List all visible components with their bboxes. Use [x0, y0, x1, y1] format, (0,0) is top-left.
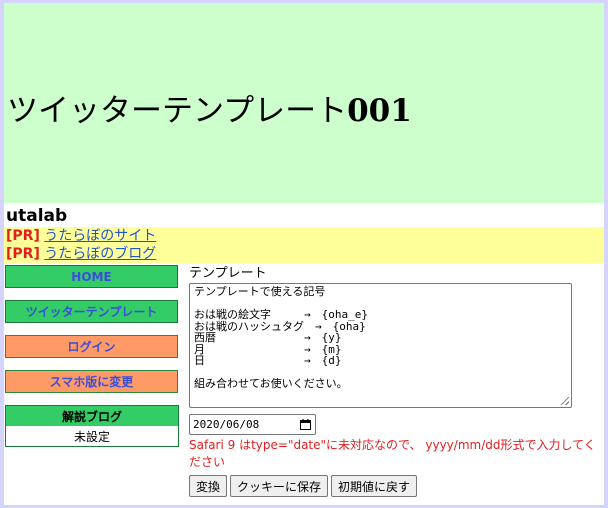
pr-link-blog[interactable]: うたらぼのブログ: [44, 246, 156, 262]
page: ツイッターテンプレート001 utalab [PR] うたらぼのサイト [PR]…: [4, 3, 604, 505]
pr-tag: [PR]: [6, 246, 40, 262]
pr-bar: [PR] うたらぼのサイト [PR] うたらぼのブログ: [4, 227, 604, 263]
template-line: テンプレートで使える記号: [194, 285, 326, 298]
reset-button[interactable]: 初期値に戻す: [331, 475, 418, 497]
template-line: 組み合わせてお使いください。: [194, 377, 348, 390]
home-button[interactable]: HOME: [5, 265, 178, 288]
page-title: ツイッターテンプレート001: [7, 91, 412, 131]
page-title-number: 001: [347, 93, 412, 129]
pr-line-site: [PR] うたらぼのサイト: [6, 227, 156, 245]
convert-button[interactable]: 変換: [189, 475, 228, 497]
date-input[interactable]: 2020/06/08: [189, 414, 316, 435]
calendar-icon[interactable]: [300, 419, 311, 430]
template-label: テンプレート: [189, 266, 267, 281]
login-button[interactable]: ログイン: [5, 335, 178, 358]
blog-value: 未設定: [73, 429, 110, 444]
action-buttons: 変換 クッキーに保存 初期値に戻す: [189, 475, 418, 497]
pr-tag: [PR]: [6, 228, 40, 244]
blog-box: 解説ブログ 未設定: [5, 405, 179, 447]
smartphone-view-button[interactable]: スマホ版に変更: [5, 370, 178, 393]
pr-link-site[interactable]: うたらぼのサイト: [44, 228, 156, 244]
template-line: 西暦 → {y}: [194, 331, 342, 344]
home-button-label: HOME: [71, 269, 112, 284]
page-title-text: ツイッターテンプレート: [7, 93, 348, 129]
twitter-template-button[interactable]: ツイッターテンプレート: [5, 300, 178, 323]
site-name: utalab: [6, 206, 68, 226]
template-textarea[interactable]: テンプレートで使える記号 おは戦の絵文字 → {oha_e} おは戦のハッシュタグ …: [189, 283, 572, 408]
pr-line-blog: [PR] うたらぼのブログ: [6, 245, 156, 263]
header-banner: ツイッターテンプレート001: [4, 3, 604, 203]
safari-notice: Safari 9 はtype="date"に未対応なので、 yyyy/mm/dd…: [189, 438, 596, 469]
blog-title[interactable]: 解説ブログ: [6, 406, 178, 426]
smartphone-view-button-label: スマホ版に変更: [49, 375, 134, 389]
login-button-label: ログイン: [67, 340, 116, 354]
save-cookie-button[interactable]: クッキーに保存: [230, 475, 329, 497]
date-input-value: 2020/06/08: [193, 418, 260, 431]
twitter-template-button-label: ツイッターテンプレート: [25, 305, 158, 319]
template-line: おは戦の絵文字 → {oha_e}: [194, 308, 368, 321]
resize-handle-icon[interactable]: [561, 397, 569, 405]
template-line: 日 → {d}: [194, 354, 342, 367]
